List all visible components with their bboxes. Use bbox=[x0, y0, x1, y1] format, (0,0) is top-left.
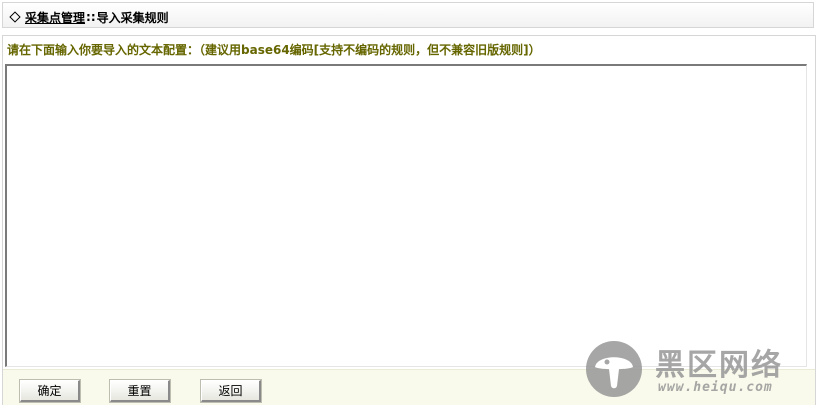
reset-button[interactable]: 重置 bbox=[109, 379, 171, 403]
confirm-button[interactable]: 确定 bbox=[19, 379, 81, 403]
diamond-icon bbox=[9, 11, 21, 23]
breadcrumb: 采集点管理 :: 导入采集规则 bbox=[9, 9, 169, 25]
page-header: 采集点管理 :: 导入采集规则 bbox=[2, 2, 814, 28]
breadcrumb-separator: :: bbox=[86, 10, 96, 24]
import-instruction: 请在下面输入你要导入的文本配置：（建议用base64编码[支持不编码的规则，但不… bbox=[7, 43, 541, 57]
breadcrumb-current-page: 导入采集规则 bbox=[96, 10, 169, 25]
button-bar: 确定 重置 返回 bbox=[3, 369, 815, 405]
breadcrumb-collect-point-management[interactable]: 采集点管理 bbox=[25, 9, 85, 26]
back-button[interactable]: 返回 bbox=[200, 379, 262, 403]
import-form-panel: 请在下面输入你要导入的文本配置：（建议用base64编码[支持不编码的规则，但不… bbox=[2, 35, 816, 405]
import-config-textarea[interactable] bbox=[5, 64, 807, 367]
